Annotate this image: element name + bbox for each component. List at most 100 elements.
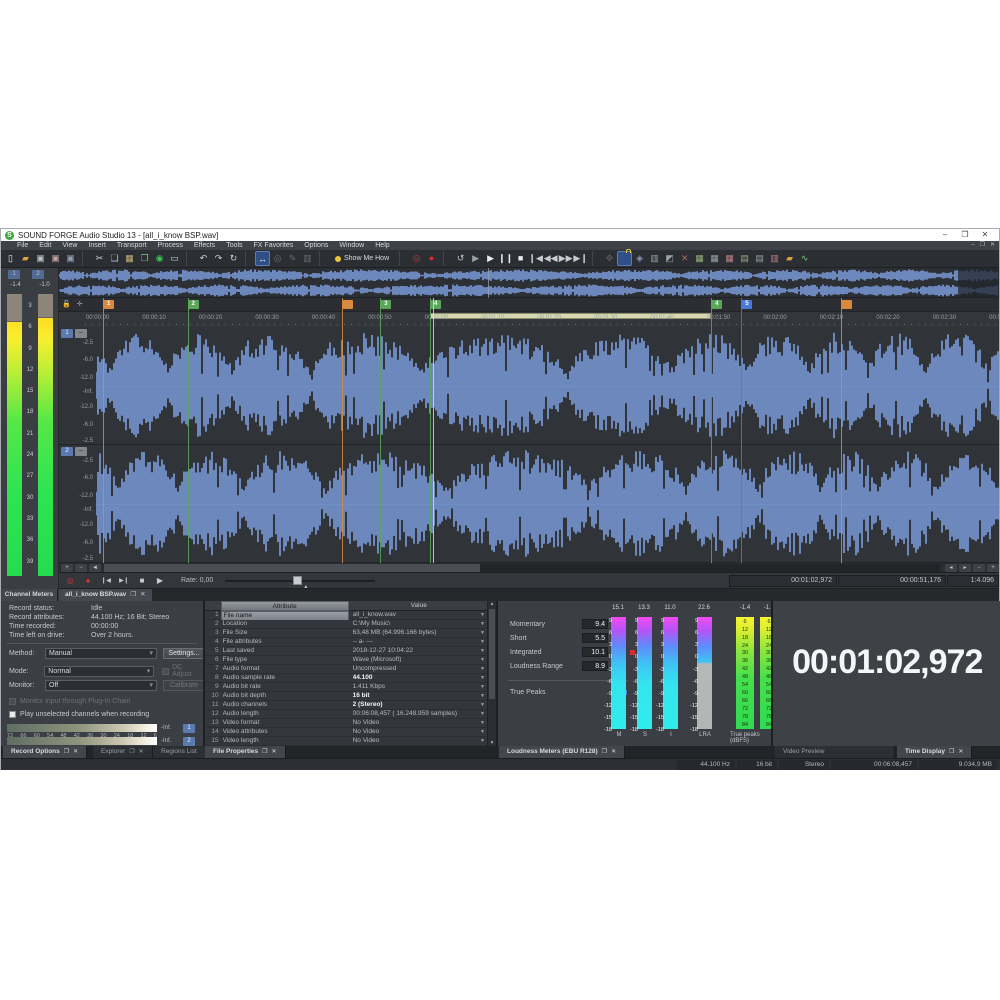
table-row[interactable]: 2LocationC:\My Music\▼ bbox=[205, 620, 487, 629]
tab-loudness-meters[interactable]: Loudness Meters (EBU R128)❐✕ bbox=[499, 746, 625, 758]
close-panel-icon[interactable]: ✕ bbox=[73, 746, 78, 758]
settings-button[interactable]: Settings... bbox=[163, 648, 203, 659]
rewind-icon[interactable]: ◀◀ bbox=[543, 251, 558, 266]
row-dropdown-icon[interactable]: ▼ bbox=[480, 701, 485, 709]
menu-file[interactable]: File bbox=[17, 241, 28, 250]
table-row[interactable]: 7Audio formatUncompressed▼ bbox=[205, 665, 487, 674]
channel-2-chip[interactable]: 2 bbox=[61, 447, 73, 456]
go-to-end-button[interactable]: ▶❙ bbox=[117, 575, 131, 587]
record-select-monitor[interactable]: Off▾ bbox=[45, 680, 157, 691]
table-row[interactable]: 12Audio length00:06:08,457 ( 16.248.959 … bbox=[205, 710, 487, 719]
crossfade-icon[interactable]: ◩ bbox=[662, 251, 677, 266]
meter-chip-1[interactable]: 1 bbox=[8, 270, 20, 279]
menu-insert[interactable]: Insert bbox=[88, 241, 106, 250]
pause-icon[interactable]: ❙❙ bbox=[498, 251, 513, 266]
new-file-icon[interactable]: ▯ bbox=[3, 251, 18, 266]
menu-help[interactable]: Help bbox=[375, 241, 389, 250]
forward-icon[interactable]: ▶▶ bbox=[558, 251, 573, 266]
overview-bar[interactable] bbox=[59, 268, 999, 298]
grid-b-icon[interactable]: ▤ bbox=[752, 251, 767, 266]
zoom-out-time-button[interactable]: − bbox=[973, 564, 985, 572]
open-file-icon[interactable]: ▰ bbox=[18, 251, 33, 266]
touch-tool-icon[interactable]: ✥ bbox=[602, 251, 617, 266]
marker-flag-x[interactable] bbox=[342, 300, 353, 309]
float-window-icon[interactable]: ❐ bbox=[602, 746, 607, 758]
record-icon[interactable]: ● bbox=[424, 251, 439, 266]
table-row[interactable]: 11Audio channels2 (Stereo)▼ bbox=[205, 701, 487, 710]
plugin-chain-icon[interactable]: ∿ bbox=[797, 251, 812, 266]
channel-meter-bar-2[interactable] bbox=[38, 294, 53, 576]
record-meter-chip-1[interactable]: 1 bbox=[183, 724, 195, 733]
table-row[interactable]: 3File Size63,48 MB (64.996.166 bytes)▼ bbox=[205, 629, 487, 638]
column-header-attribute[interactable]: Attribute bbox=[221, 601, 349, 611]
magnify-tool-icon[interactable]: ◎ bbox=[270, 251, 285, 266]
marker-red-icon[interactable]: ▦ bbox=[722, 251, 737, 266]
restore-button[interactable]: ❐ bbox=[955, 229, 975, 241]
menu-fx-favorites[interactable]: FX Favorites bbox=[254, 241, 294, 250]
table-row[interactable]: 6File typeWave (Microsoft)▼ bbox=[205, 656, 487, 665]
edit-tool-icon[interactable]: ↔ bbox=[255, 251, 270, 266]
marker-flag-5[interactable]: 5 bbox=[741, 300, 752, 309]
repeat-icon[interactable]: ↻ bbox=[226, 251, 241, 266]
mdi-close-button[interactable]: ✕ bbox=[990, 241, 995, 250]
pan-crosshair-icon[interactable]: ✛ bbox=[77, 300, 83, 308]
menu-window[interactable]: Window bbox=[339, 241, 364, 250]
row-dropdown-icon[interactable]: ▼ bbox=[480, 647, 485, 655]
record-button[interactable]: ● bbox=[81, 575, 95, 587]
marker-row[interactable]: 🔓 ✛ 123445 bbox=[59, 298, 999, 312]
folder-tool-icon[interactable]: ▰ bbox=[782, 251, 797, 266]
zoom-in-time-button[interactable]: + bbox=[987, 564, 999, 572]
paste-icon[interactable]: ▦ bbox=[122, 251, 137, 266]
horizontal-scrollbar[interactable] bbox=[104, 564, 940, 572]
record-select-mode[interactable]: Normal▾ bbox=[44, 666, 154, 677]
row-dropdown-icon[interactable]: ▼ bbox=[480, 620, 485, 628]
menu-tools[interactable]: Tools bbox=[226, 241, 242, 250]
region-tool-icon[interactable]: ▦ bbox=[707, 251, 722, 266]
loop-record-button[interactable]: ◎ bbox=[63, 575, 77, 587]
float-window-icon[interactable]: ❐ bbox=[130, 589, 136, 601]
marker-tool-icon[interactable]: ▦ bbox=[692, 251, 707, 266]
undo-icon[interactable]: ↶ bbox=[196, 251, 211, 266]
tab-video-preview[interactable]: Video Preview bbox=[775, 746, 895, 758]
tab-regions-list[interactable]: Regions List bbox=[153, 746, 206, 758]
go-to-start-button[interactable]: ❙◀ bbox=[99, 575, 113, 587]
stop-icon[interactable]: ■ bbox=[513, 251, 528, 266]
close-panel-icon[interactable]: ✕ bbox=[272, 746, 277, 758]
scroll-right-button[interactable]: ▸ bbox=[959, 564, 971, 572]
row-dropdown-icon[interactable]: ▼ bbox=[480, 710, 485, 718]
menu-transport[interactable]: Transport bbox=[117, 241, 147, 250]
play-button[interactable]: ▶ bbox=[153, 575, 167, 587]
zoom-out-button[interactable]: − bbox=[75, 564, 87, 572]
zoom-selection-button[interactable]: ◄ bbox=[89, 564, 101, 572]
table-row[interactable]: 8Audio sample rate44.100▼ bbox=[205, 674, 487, 683]
channel-1-minimize[interactable]: – bbox=[75, 329, 87, 338]
show-me-how-button[interactable]: Show Me How bbox=[329, 255, 395, 262]
go-to-start-icon[interactable]: ❙◀ bbox=[528, 251, 543, 266]
save-as-icon[interactable]: ▣ bbox=[48, 251, 63, 266]
play-all-icon[interactable]: ▶ bbox=[468, 251, 483, 266]
channel-1-chip[interactable]: 1 bbox=[61, 329, 73, 338]
row-dropdown-icon[interactable]: ▼ bbox=[480, 719, 485, 727]
close-panel-icon[interactable]: ✕ bbox=[958, 746, 963, 758]
row-dropdown-icon[interactable]: ▼ bbox=[480, 692, 485, 700]
save-icon[interactable]: ▣ bbox=[33, 251, 48, 266]
marker-flag-4[interactable]: 4 bbox=[711, 300, 722, 309]
scrollbar-thumb[interactable] bbox=[104, 564, 480, 572]
marker-flag-2[interactable]: 2 bbox=[188, 300, 199, 309]
close-button[interactable]: ✕ bbox=[975, 229, 995, 241]
column-header-value[interactable]: Value bbox=[351, 601, 487, 611]
row-dropdown-icon[interactable]: ▼ bbox=[480, 674, 485, 682]
table-row[interactable]: 4File attributes-- a- ---▼ bbox=[205, 638, 487, 647]
tab-explorer[interactable]: Explorer❐✕ bbox=[93, 746, 153, 758]
row-dropdown-icon[interactable]: ▼ bbox=[480, 683, 485, 691]
paste-special-icon[interactable]: ❐ bbox=[137, 251, 152, 266]
close-file-icon[interactable]: ✕ bbox=[140, 589, 145, 601]
table-row[interactable]: 10Audio bit depth16 bit▼ bbox=[205, 692, 487, 701]
loop-record-icon[interactable]: ◎ bbox=[409, 251, 424, 266]
rate-slider-thumb[interactable] bbox=[293, 576, 302, 585]
table-row[interactable]: 9Audio bit rate1.411 Kbps▼ bbox=[205, 683, 487, 692]
table-row[interactable]: 1File nameall_i_know.wav▼ bbox=[205, 611, 487, 620]
channel-2-minimize[interactable]: – bbox=[75, 447, 87, 456]
row-dropdown-icon[interactable]: ▼ bbox=[480, 728, 485, 736]
envelope-tool-icon[interactable]: ▥ bbox=[300, 251, 315, 266]
